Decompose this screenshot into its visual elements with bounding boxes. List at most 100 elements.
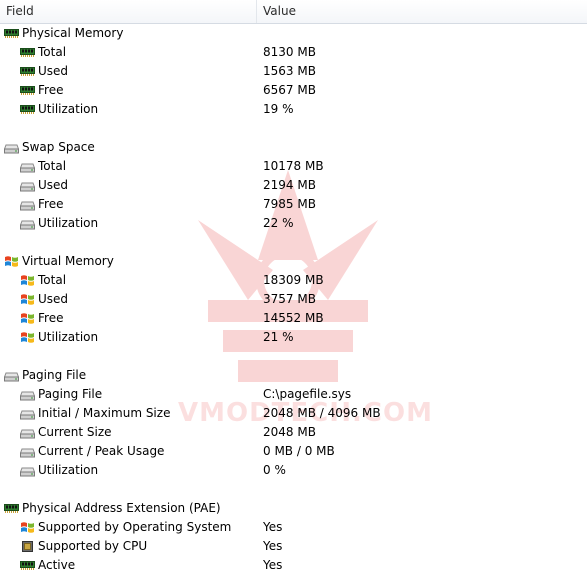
value-column-header[interactable]: Value [257, 0, 587, 23]
pae-group[interactable]: Physical Address Extension (PAE) [0, 499, 587, 518]
paging-file-utilization[interactable]: Utilization 0 % [0, 461, 587, 480]
field-label: Used [38, 64, 69, 78]
field-label: Virtual Memory [22, 254, 114, 268]
drive-icon [19, 217, 36, 230]
memory-icon [20, 559, 35, 572]
value-cell: Yes [263, 539, 283, 553]
field-label: Current / Peak Usage [38, 444, 165, 458]
field-label: Free [38, 311, 64, 325]
field-label: Supported by CPU [38, 539, 148, 553]
value-cell: Yes [263, 558, 283, 572]
value-cell: 6567 MB [263, 83, 316, 97]
virtual-memory-free[interactable]: Free 14552 MB [0, 309, 587, 328]
windows-flag-icon [20, 331, 35, 344]
pae-supported-os[interactable]: Supported by Operating System Yes [0, 518, 587, 537]
drive-icon [3, 141, 20, 154]
drive-icon [19, 464, 36, 477]
field-label: Free [38, 83, 64, 97]
memory-details-list: Physical Memory Total 8130 MB Used 1563 MB Fr… [0, 24, 587, 575]
drive-icon [19, 426, 36, 439]
memory-icon [20, 46, 35, 59]
field-label: Physical Memory [22, 26, 124, 40]
value-cell: 0 MB / 0 MB [263, 444, 335, 458]
field-label: Total [38, 45, 67, 59]
drive-icon [19, 445, 36, 458]
field-label: Physical Address Extension (PAE) [22, 501, 221, 515]
pae-supported-cpu[interactable]: Supported by CPU Yes [0, 537, 587, 556]
drive-icon [19, 388, 36, 401]
value-cell: Yes [263, 520, 283, 534]
drive-icon [19, 407, 36, 420]
cpu-icon [20, 540, 35, 553]
field-label: Swap Space [22, 140, 95, 154]
drive-icon [3, 369, 20, 382]
physical-memory-free[interactable]: Free 6567 MB [0, 81, 587, 100]
paging-file-initial-max[interactable]: Initial / Maximum Size 2048 MB / 4096 MB [0, 404, 587, 423]
field-label: Paging File [22, 368, 87, 382]
swap-space-total[interactable]: Total 10178 MB [0, 157, 587, 176]
field-label: Total [38, 159, 67, 173]
field-label: Active [38, 558, 76, 572]
windows-flag-icon [20, 521, 35, 534]
memory-icon [20, 103, 35, 116]
swap-space-used[interactable]: Used 2194 MB [0, 176, 587, 195]
field-label: Used [38, 178, 69, 192]
physical-memory-used[interactable]: Used 1563 MB [0, 62, 587, 81]
field-label: Initial / Maximum Size [38, 406, 171, 420]
value-cell: 18309 MB [263, 273, 324, 287]
field-label: Utilization [38, 463, 99, 477]
pae-active[interactable]: Active Yes [0, 556, 587, 575]
field-label: Supported by Operating System [38, 520, 232, 534]
drive-icon [19, 179, 36, 192]
paging-file-path[interactable]: Paging File C:\pagefile.sys [0, 385, 587, 404]
memory-icon [20, 65, 35, 78]
swap-space-free[interactable]: Free 7985 MB [0, 195, 587, 214]
value-cell: 21 % [263, 330, 294, 344]
memory-icon [4, 27, 19, 40]
value-cell: 22 % [263, 216, 294, 230]
virtual-memory-total[interactable]: Total 18309 MB [0, 271, 587, 290]
drive-icon [19, 160, 36, 173]
value-cell: 2048 MB [263, 425, 316, 439]
paging-file-current-size[interactable]: Current Size 2048 MB [0, 423, 587, 442]
windows-flag-icon [20, 312, 35, 325]
value-cell: 19 % [263, 102, 294, 116]
windows-flag-icon [20, 293, 35, 306]
physical-memory-utilization[interactable]: Utilization 19 % [0, 100, 587, 119]
value-cell: 1563 MB [263, 64, 316, 78]
drive-icon [19, 198, 36, 211]
field-label: Used [38, 292, 69, 306]
field-label: Current Size [38, 425, 112, 439]
field-label: Utilization [38, 216, 99, 230]
value-cell: 2194 MB [263, 178, 316, 192]
field-column-header[interactable]: Field [0, 0, 257, 23]
value-cell: 2048 MB / 4096 MB [263, 406, 381, 420]
field-label: Utilization [38, 330, 99, 344]
virtual-memory-utilization[interactable]: Utilization 21 % [0, 328, 587, 347]
virtual-memory-used[interactable]: Used 3757 MB [0, 290, 587, 309]
swap-space-utilization[interactable]: Utilization 22 % [0, 214, 587, 233]
field-label: Total [38, 273, 67, 287]
windows-flag-icon [20, 274, 35, 287]
memory-icon [4, 502, 19, 515]
memory-icon [20, 84, 35, 97]
physical-memory-group[interactable]: Physical Memory [0, 24, 587, 43]
field-label: Free [38, 197, 64, 211]
physical-memory-total[interactable]: Total 8130 MB [0, 43, 587, 62]
value-cell: C:\pagefile.sys [263, 387, 352, 401]
value-cell: 14552 MB [263, 311, 324, 325]
value-cell: 0 % [263, 463, 286, 477]
field-label: Utilization [38, 102, 99, 116]
value-cell: 7985 MB [263, 197, 316, 211]
paging-file-group[interactable]: Paging File [0, 366, 587, 385]
field-label: Paging File [38, 387, 103, 401]
value-cell: 8130 MB [263, 45, 316, 59]
virtual-memory-group[interactable]: Virtual Memory [0, 252, 587, 271]
swap-space-group[interactable]: Swap Space [0, 138, 587, 157]
paging-file-current-peak[interactable]: Current / Peak Usage 0 MB / 0 MB [0, 442, 587, 461]
windows-flag-icon [4, 255, 19, 268]
